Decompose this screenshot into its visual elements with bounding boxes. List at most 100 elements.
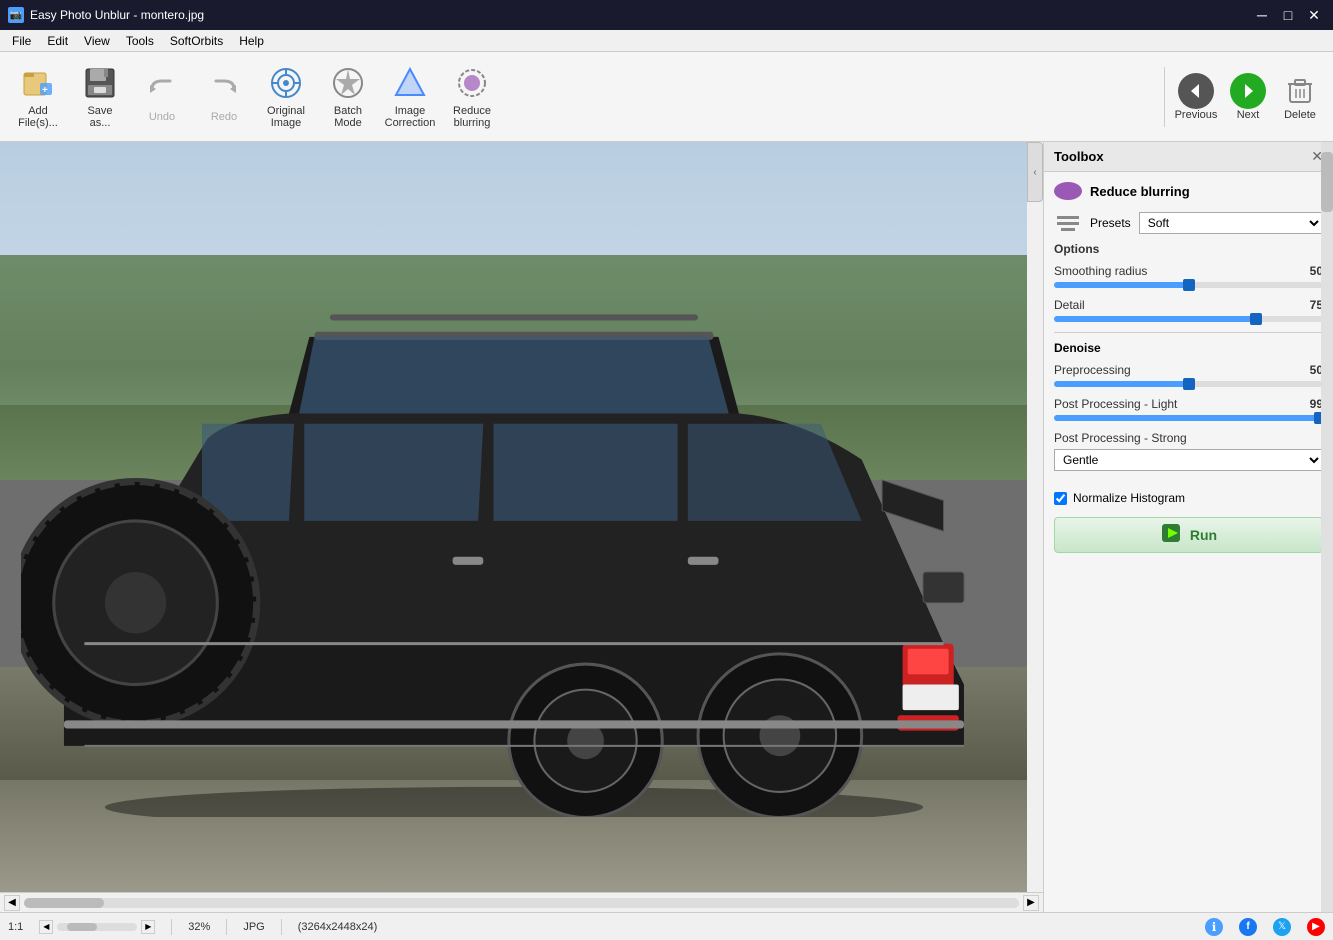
normalize-histogram-label: Normalize Histogram — [1073, 491, 1185, 505]
undo-icon — [144, 71, 180, 107]
original-image-icon — [268, 65, 304, 101]
next-label: Next — [1237, 109, 1260, 121]
minimize-button[interactable]: ─ — [1251, 4, 1273, 26]
detail-row: Detail 75 — [1054, 298, 1323, 312]
next-icon — [1230, 73, 1266, 109]
preprocessing-group: Preprocessing 50 — [1054, 363, 1323, 387]
status-bar: 1:1 ◀ ▶ 32% JPG (3264x2448x24) ℹ f 𝕏 ▶ — [0, 912, 1333, 940]
scroll-right-button[interactable]: ▶ — [1023, 895, 1039, 911]
smoothing-radius-track[interactable] — [1054, 282, 1323, 288]
post-processing-light-group: Post Processing - Light 99 — [1054, 397, 1323, 421]
post-processing-light-track[interactable] — [1054, 415, 1323, 421]
youtube-icon[interactable]: ▶ — [1307, 918, 1325, 936]
next-button[interactable]: Next — [1223, 57, 1273, 137]
batch-mode-button[interactable]: BatchMode — [318, 57, 378, 137]
post-processing-strong-select[interactable]: Gentle Medium Strong — [1054, 449, 1323, 471]
preprocessing-row: Preprocessing 50 — [1054, 363, 1323, 377]
detail-thumb[interactable] — [1250, 313, 1262, 325]
image-format: JPG — [243, 921, 264, 933]
delete-label: Delete — [1284, 109, 1316, 121]
detail-label: Detail — [1054, 298, 1085, 312]
svg-text:+: + — [42, 85, 48, 96]
twitter-icon[interactable]: 𝕏 — [1273, 918, 1291, 936]
menu-view[interactable]: View — [76, 32, 118, 50]
image-panel: ‹ ◀ ▶ — [0, 142, 1043, 912]
title-bar-controls: ─ □ ✕ — [1251, 4, 1325, 26]
save-as-button[interactable]: Saveas... — [70, 57, 130, 137]
title-bar-left: 📷 Easy Photo Unblur - montero.jpg — [8, 7, 204, 23]
normalize-histogram-row: Normalize Histogram — [1054, 491, 1323, 505]
original-image-label: OriginalImage — [267, 105, 305, 129]
horizontal-scrollbar[interactable]: ◀ ▶ — [0, 892, 1043, 912]
detail-fill — [1054, 316, 1256, 322]
detail-track[interactable] — [1054, 316, 1323, 322]
undo-label: Undo — [149, 111, 175, 123]
status-sep-3 — [281, 919, 282, 935]
smoothing-radius-fill — [1054, 282, 1189, 288]
horizontal-scroll-track[interactable] — [24, 898, 1019, 908]
toolbar-separator — [1164, 67, 1165, 127]
previous-icon — [1178, 73, 1214, 109]
menu-file[interactable]: File — [4, 32, 39, 50]
smoothing-radius-label: Smoothing radius — [1054, 264, 1147, 278]
batch-mode-icon — [330, 65, 366, 101]
image-correction-icon — [392, 65, 428, 101]
run-button[interactable]: Run — [1054, 517, 1323, 553]
scroll-left-button[interactable]: ◀ — [4, 895, 20, 911]
delete-button[interactable]: Delete — [1275, 57, 1325, 137]
reduce-blurring-button[interactable]: Reduceblurring — [442, 57, 502, 137]
menu-tools[interactable]: Tools — [118, 32, 162, 50]
maximize-button[interactable]: □ — [1277, 4, 1299, 26]
image-correction-button[interactable]: ImageCorrection — [380, 57, 440, 137]
menu-edit[interactable]: Edit — [39, 32, 76, 50]
normalize-histogram-checkbox[interactable] — [1054, 492, 1067, 505]
add-files-button[interactable]: + AddFile(s)... — [8, 57, 68, 137]
image-canvas[interactable] — [0, 142, 1027, 892]
redo-label: Redo — [211, 111, 237, 123]
presets-icon-bar1 — [1057, 216, 1079, 219]
delete-icon — [1282, 73, 1318, 109]
redo-icon — [206, 71, 242, 107]
redo-button[interactable]: Redo — [194, 57, 254, 137]
zoom-thumb[interactable] — [67, 923, 97, 931]
options-label: Options — [1054, 242, 1323, 256]
post-processing-light-fill — [1054, 415, 1320, 421]
post-processing-strong-label: Post Processing - Strong — [1054, 431, 1323, 445]
close-button[interactable]: ✕ — [1303, 4, 1325, 26]
denoise-label: Denoise — [1054, 341, 1323, 355]
info-icon[interactable]: ℹ — [1205, 918, 1223, 936]
original-image-button[interactable]: OriginalImage — [256, 57, 316, 137]
zoom-track[interactable] — [57, 923, 137, 931]
undo-button[interactable]: Undo — [132, 57, 192, 137]
run-icon — [1160, 522, 1182, 549]
add-files-icon: + — [20, 65, 56, 101]
status-sep-1 — [171, 919, 172, 935]
detail-group: Detail 75 — [1054, 298, 1323, 322]
preprocessing-label: Preprocessing — [1054, 363, 1131, 377]
post-processing-light-row: Post Processing - Light 99 — [1054, 397, 1323, 411]
facebook-icon[interactable]: f — [1239, 918, 1257, 936]
smoothing-radius-thumb[interactable] — [1183, 279, 1195, 291]
presets-select[interactable]: Soft Medium Strong Custom — [1139, 212, 1323, 234]
previous-button[interactable]: Previous — [1171, 57, 1221, 137]
zoom-indicator-item: 1:1 — [8, 921, 23, 933]
toolbox-header: Toolbox ✕ — [1044, 142, 1333, 172]
presets-icon-bar2 — [1057, 222, 1079, 225]
presets-icon — [1054, 213, 1082, 233]
smoothing-radius-row: Smoothing radius 50 — [1054, 264, 1323, 278]
zoom-left-button[interactable]: ◀ — [39, 920, 53, 934]
preprocessing-thumb[interactable] — [1183, 378, 1195, 390]
reduce-blurring-tool-icon — [1054, 182, 1082, 200]
preprocessing-track[interactable] — [1054, 381, 1323, 387]
menu-help[interactable]: Help — [231, 32, 272, 50]
reduce-blurring-header: Reduce blurring — [1054, 182, 1323, 200]
toolbox-scrollbar[interactable] — [1321, 142, 1333, 912]
save-as-icon — [82, 65, 118, 101]
menu-softorbits[interactable]: SoftOrbits — [162, 32, 231, 50]
zoom-right-button[interactable]: ▶ — [141, 920, 155, 934]
title-bar: 📷 Easy Photo Unblur - montero.jpg ─ □ ✕ — [0, 0, 1333, 30]
reduce-blurring-icon — [454, 65, 490, 101]
toolbox-scroll-thumb[interactable] — [1321, 152, 1333, 212]
horizontal-scroll-thumb[interactable] — [24, 898, 104, 908]
toolbox-collapse-button[interactable]: ‹ — [1027, 142, 1043, 202]
